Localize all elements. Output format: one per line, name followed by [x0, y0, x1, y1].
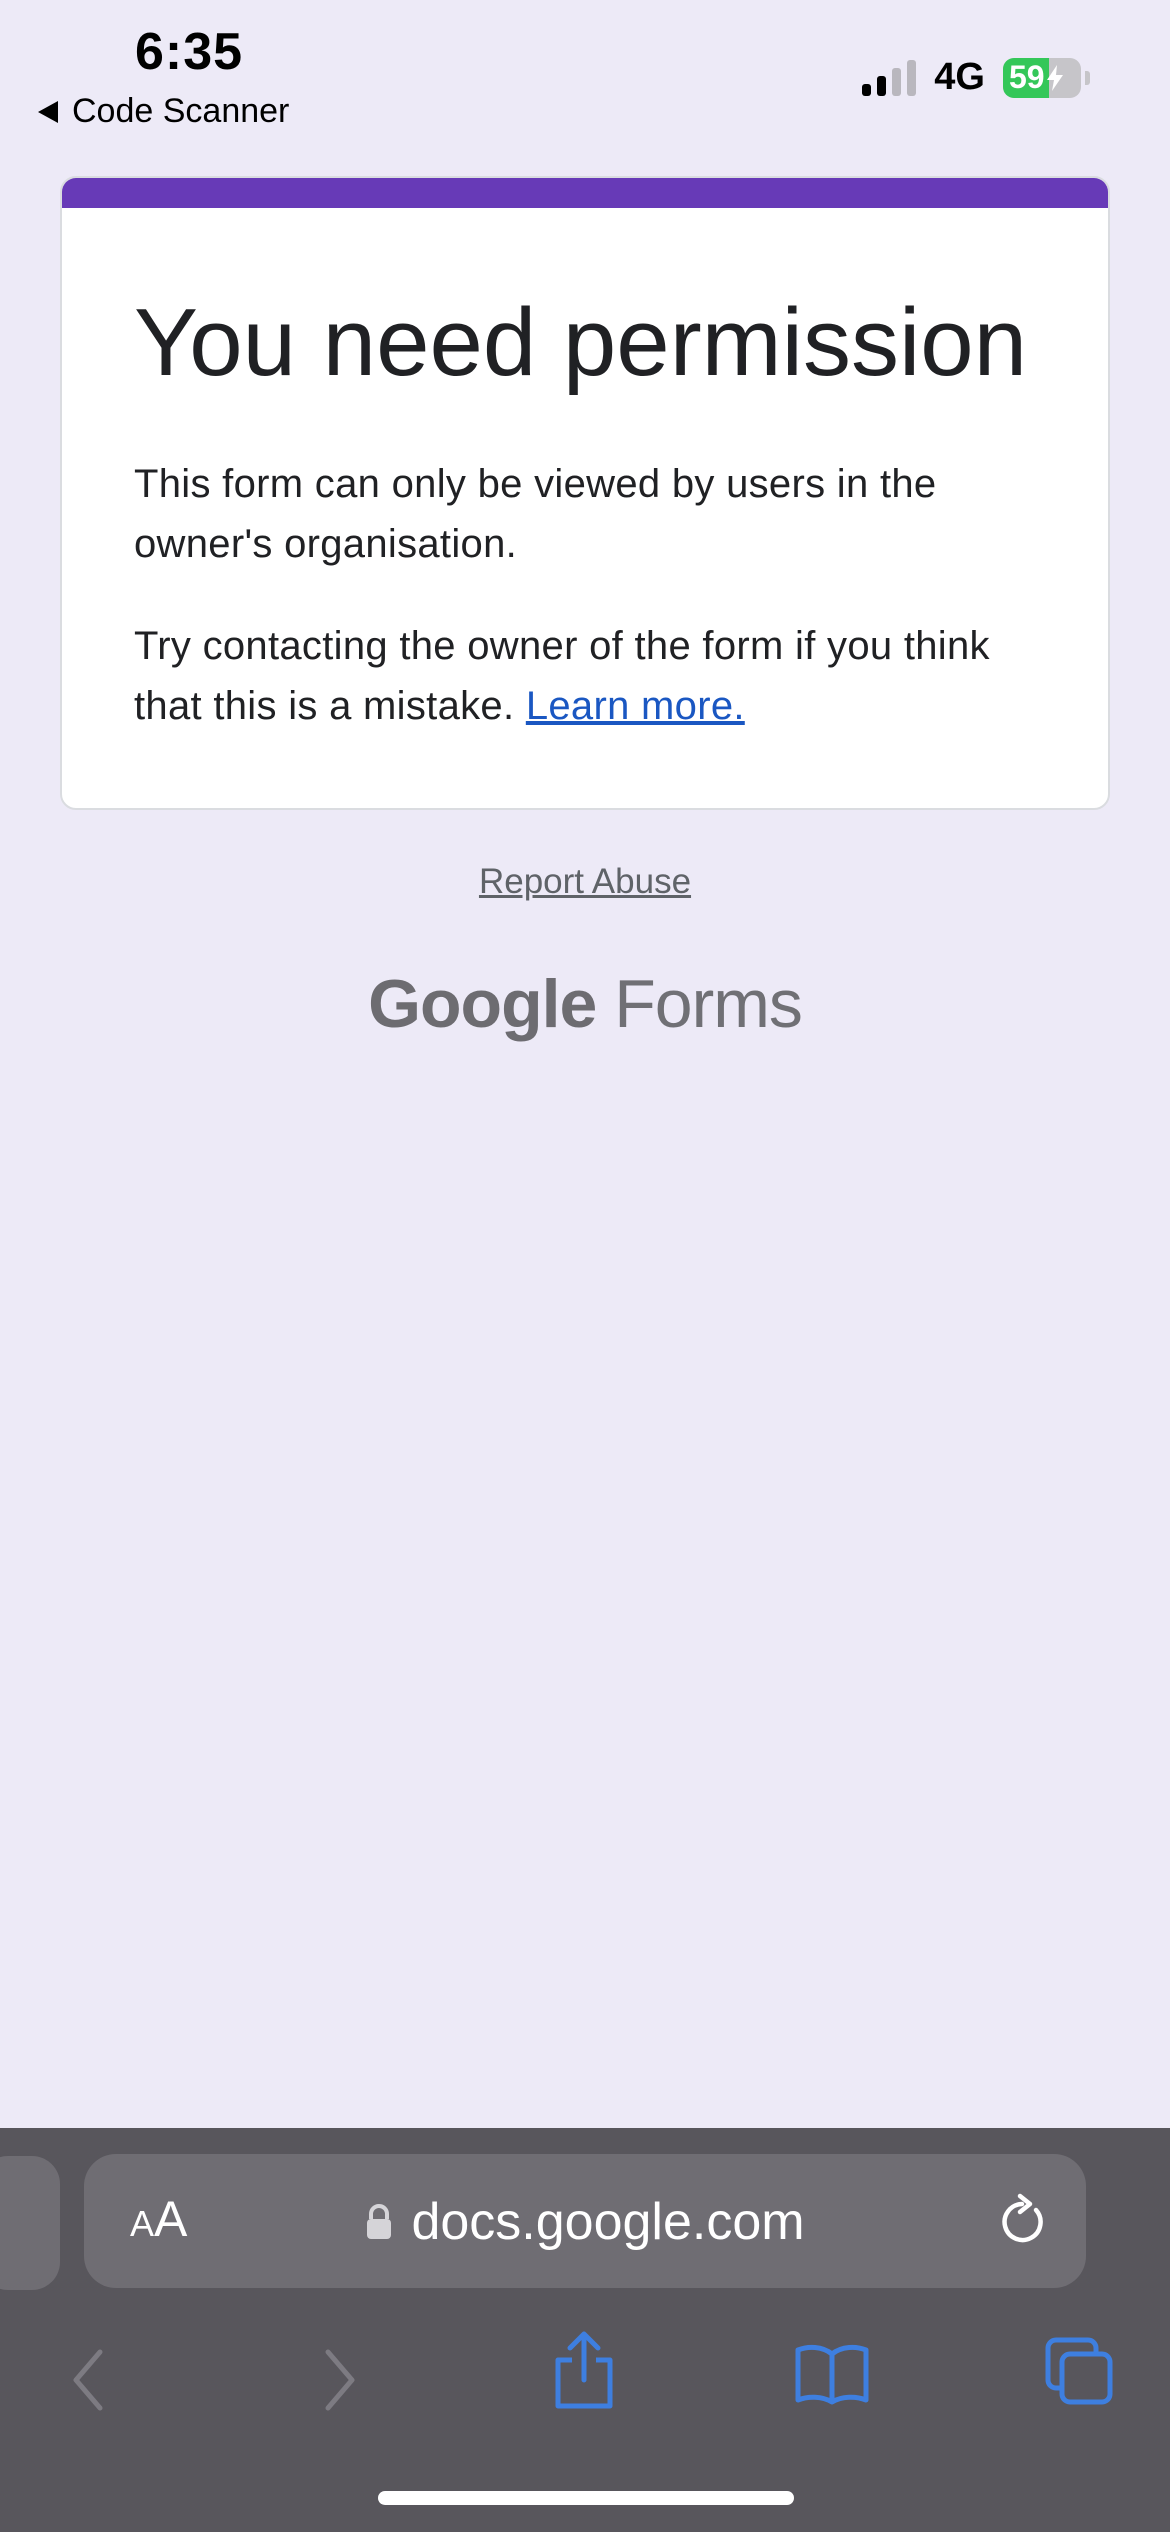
browser-toolbar: AA docs.google.com — [0, 2128, 1170, 2532]
charging-bolt-icon — [1046, 64, 1063, 91]
battery-icon: 59 — [1003, 57, 1081, 98]
permission-card: You need permission This form can only b… — [60, 176, 1110, 810]
previous-tab-preview[interactable] — [0, 2156, 60, 2290]
back-icon[interactable] — [68, 2348, 108, 2412]
bookmarks-icon[interactable] — [794, 2342, 870, 2406]
back-app-label: Code Scanner — [72, 92, 290, 130]
lock-icon — [367, 2204, 392, 2239]
report-abuse-link[interactable]: Report Abuse — [0, 862, 1170, 902]
battery-nub — [1085, 70, 1090, 85]
brand-product: Forms — [614, 966, 803, 1042]
network-type: 4G — [934, 56, 985, 98]
card-accent-bar — [62, 178, 1108, 208]
navigation-bar — [0, 2318, 1170, 2468]
back-triangle-icon — [38, 100, 58, 123]
contact-owner-message: Try contacting the owner of the form if … — [134, 616, 1034, 736]
learn-more-link[interactable]: Learn more. — [526, 684, 745, 728]
brand-google: Google — [368, 966, 597, 1042]
battery-percent: 59 — [1009, 59, 1045, 95]
address-bar[interactable]: AA docs.google.com — [84, 2154, 1086, 2288]
google-forms-logo: Google Forms — [0, 965, 1170, 1043]
permission-message: This form can only be viewed by users in… — [134, 462, 937, 566]
home-indicator[interactable] — [378, 2491, 794, 2505]
share-icon[interactable] — [552, 2330, 616, 2410]
reload-icon[interactable] — [996, 2192, 1048, 2248]
page-title: You need permission — [134, 289, 1028, 396]
status-indicators: 4G 59 — [862, 56, 1090, 99]
tabs-icon[interactable] — [1044, 2336, 1116, 2408]
url-display[interactable]: docs.google.com — [84, 2192, 1086, 2252]
status-time: 6:35 — [135, 23, 244, 81]
forward-icon[interactable] — [320, 2348, 360, 2412]
url-text: docs.google.com — [411, 2193, 805, 2251]
cellular-signal-icon — [862, 59, 917, 96]
back-to-app[interactable]: Code Scanner — [38, 92, 289, 131]
